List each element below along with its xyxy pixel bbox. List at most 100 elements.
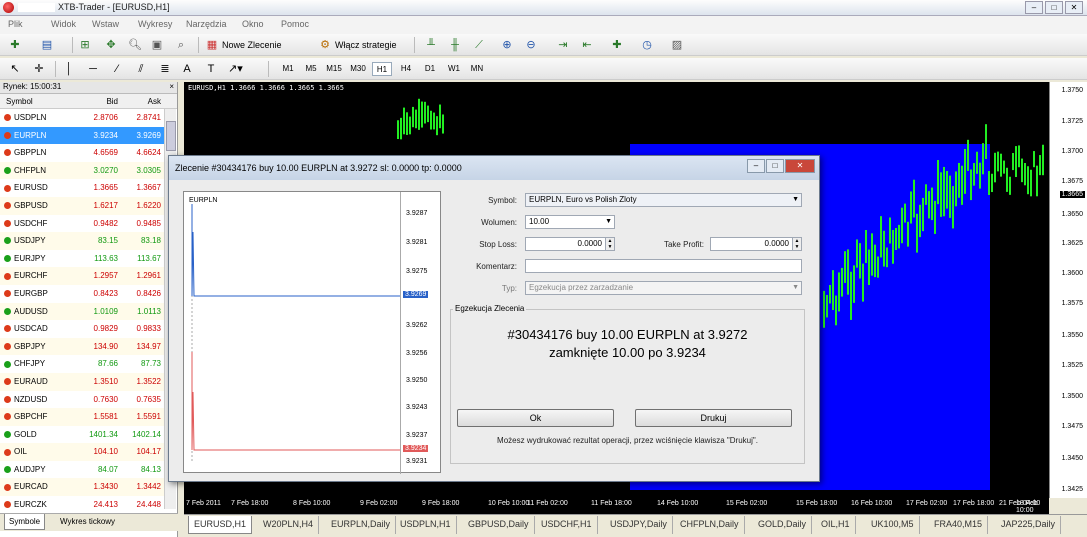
market-watch-row[interactable]: EURGBP 0.8423 0.8426 [0,285,164,303]
market-watch-row[interactable]: EURAUD 1.3510 1.3522 [0,372,164,391]
tf-m5[interactable]: M5 [301,62,321,76]
chart-tab[interactable]: JAP225,Daily [996,516,1062,534]
market-watch-row[interactable]: GBPJPY 134.90 134.97 [0,337,164,356]
tf-m30[interactable]: M30 [348,62,368,76]
chart-tab[interactable]: EURUSD,H1 [188,516,253,534]
menu-help[interactable]: Pomoc [281,19,309,29]
maximize-button[interactable]: □ [1045,1,1063,14]
tf-h4[interactable]: H4 [396,62,416,76]
dialog-maximize-button[interactable]: □ [766,159,784,173]
chart-shift-button[interactable]: ⇤ [580,37,594,53]
tf-mn[interactable]: MN [467,62,487,76]
new-chart-button[interactable]: ✚ [8,37,22,53]
trendline-tool[interactable]: ⁄ [110,61,124,77]
dialog-close-button[interactable]: ✕ [785,159,815,173]
tf-m15[interactable]: M15 [324,62,344,76]
crosshair-tool[interactable]: ✛ [32,61,46,77]
tester-button[interactable]: ⌕ [174,37,188,53]
templates-button[interactable]: ▨ [670,37,684,53]
chart-tab[interactable]: W20PLN,H4 [258,516,320,534]
chart-tab[interactable]: GBPUSD,Daily [463,516,535,534]
navigator-button[interactable]: ✥ [104,37,118,53]
market-watch-row[interactable]: EURJPY 113.63 113.67 [0,250,164,268]
channel-tool[interactable]: ⫽ [134,61,148,77]
fibonacci-tool[interactable]: ≣ [158,61,172,77]
menu-window[interactable]: Okno [242,19,264,29]
market-watch-row[interactable]: AUDUSD 1.0109 1.0113 [0,302,164,321]
dialog-minimize-button[interactable]: – [747,159,765,173]
chart-tab[interactable]: CHFPLN,Daily [675,516,745,534]
ok-button[interactable]: Ok [457,409,614,427]
text-tool[interactable]: A [180,61,194,77]
arrows-tool[interactable]: ↗▾ [228,61,243,77]
market-watch-row[interactable]: EURCZK 24.413 24.448 [0,496,164,514]
market-watch-row[interactable]: EURCHF 1.2957 1.2961 [0,267,164,285]
print-button[interactable]: Drukuj [635,409,792,427]
tf-h1[interactable]: H1 [372,62,392,76]
market-watch-row[interactable]: EURCAD 1.3430 1.3442 [0,478,164,497]
close-window-button[interactable]: ✕ [1065,1,1083,14]
line-chart-button[interactable]: ⟋ [472,37,486,53]
stop-loss-input[interactable]: 0.0000 ▲ ▼ [525,237,615,251]
auto-scroll-button[interactable]: ⇥ [556,37,570,53]
cursor-tool[interactable]: ↖ [8,61,22,77]
data-window-button[interactable]: 🔍︎ [128,37,142,53]
minimize-button[interactable]: – [1025,1,1043,14]
take-profit-stepper[interactable]: ▲ ▼ [792,238,801,250]
chart-tab[interactable]: UK100,M5 [866,516,920,534]
market-watch-button[interactable]: ⊞ [78,37,92,53]
tab-tick-chart[interactable]: Wykres tickowy [56,514,119,530]
market-watch-row[interactable]: USDPLN 2.8706 2.8741 [0,109,164,127]
market-watch-row[interactable]: CHFPLN 3.0270 3.0305 [0,161,164,180]
market-watch-row[interactable]: GBPCHF 1.5581 1.5591 [0,408,164,426]
indicators-button[interactable]: ✚ [610,37,624,53]
col-ask[interactable]: Ask [121,94,164,108]
menu-view[interactable]: Widok [51,19,76,29]
menu-insert[interactable]: Wstaw [92,19,119,29]
chart-tab[interactable]: GOLD,Daily [753,516,813,534]
profiles-button[interactable]: ▤ [40,37,54,53]
chart-tab[interactable]: USDCHF,H1 [536,516,598,534]
zoom-in-button[interactable]: ⊕ [500,37,514,53]
comment-input[interactable] [525,259,802,273]
col-symbol[interactable]: Symbol [0,94,78,108]
chart-tab[interactable]: OIL,H1 [816,516,856,534]
stop-loss-stepper[interactable]: ▲ ▼ [605,238,614,250]
menu-file[interactable]: Plik [8,19,23,29]
market-watch-row[interactable]: GOLD 1401.34 1402.14 [0,426,164,444]
market-watch-row[interactable]: EURUSD 1.3665 1.3667 [0,179,164,197]
market-watch-row[interactable]: GBPUSD 1.6217 1.6220 [0,196,164,215]
tf-w1[interactable]: W1 [444,62,464,76]
market-watch-row[interactable]: OIL 104.10 104.17 [0,443,164,461]
label-tool[interactable]: T [204,61,218,77]
symbol-select[interactable]: EURPLN, Euro vs Polish Zloty ▼ [525,193,802,207]
candle-chart-button[interactable]: ╫ [448,37,462,53]
market-watch-row[interactable]: USDCHF 0.9482 0.9485 [0,215,164,233]
terminal-button[interactable]: ▣ [150,37,164,53]
chart-tab[interactable]: USDJPY,Daily [605,516,673,534]
tf-d1[interactable]: D1 [420,62,440,76]
market-watch-row[interactable]: AUDJPY 84.07 84.13 [0,461,164,479]
close-panel-icon[interactable]: × [169,82,174,91]
bar-chart-button[interactable]: ╨ [424,37,438,53]
take-profit-input[interactable]: 0.0000 ▲ ▼ [710,237,802,251]
market-watch-row[interactable]: NZDUSD 0.7630 0.7635 [0,391,164,409]
market-watch-row[interactable]: USDJPY 83.15 83.18 [0,232,164,250]
chart-tab[interactable]: FRA40,M15 [929,516,989,534]
col-bid[interactable]: Bid [78,94,121,108]
market-watch-row[interactable]: GBPPLN 4.6569 4.6624 [0,144,164,162]
market-watch-row[interactable]: EURPLN 3.9234 3.9269 [0,126,164,145]
zoom-out-button[interactable]: ⊖ [524,37,538,53]
enable-strategies-button[interactable]: ⚙ Włącz strategie [318,37,396,53]
type-select[interactable]: Egzekucja przez zarzadzanie ▼ [525,281,802,295]
menu-tools[interactable]: Narzędzia [186,19,227,29]
tab-symbols[interactable]: Symbole [4,514,46,530]
menu-charts[interactable]: Wykresy [138,19,172,29]
volume-select[interactable]: 10.00 ▼ [525,215,615,229]
periods-button[interactable]: ◷ [640,37,654,53]
new-order-button[interactable]: ▦ Nowe Zlecenie [205,37,282,53]
vertical-line-tool[interactable]: │ [62,61,76,77]
chart-tab[interactable]: USDPLN,H1 [395,516,457,534]
price-axis[interactable]: 1.3750 1.3725 1.3700 1.3675 1.3665 1.3650 1.36… [1049,82,1087,498]
market-watch-row[interactable]: CHFJPY 87.66 87.73 [0,355,164,373]
